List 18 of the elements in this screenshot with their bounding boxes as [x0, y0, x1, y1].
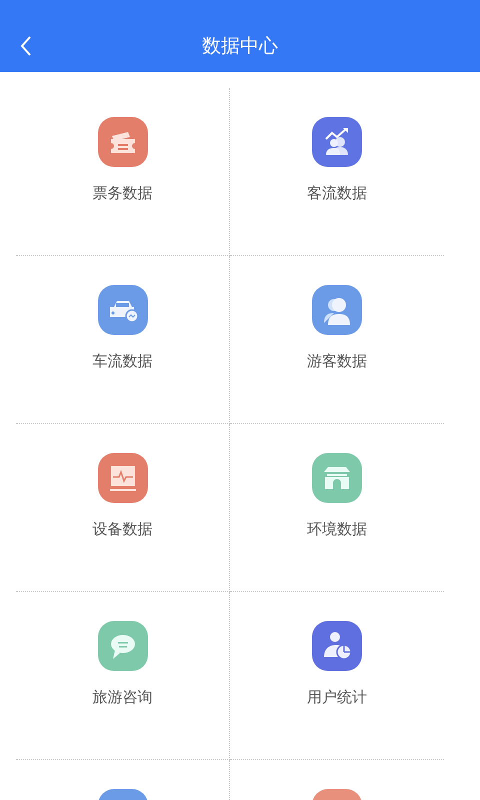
- tile-label: 车流数据: [92, 351, 152, 371]
- menu-tile[interactable]: 环境数据: [230, 424, 444, 592]
- tile-label: 游客数据: [307, 351, 367, 371]
- tile-label: 环境数据: [307, 519, 367, 539]
- menu-tile[interactable]: 设备数据: [16, 424, 230, 592]
- menu-tile[interactable]: 客流数据: [230, 88, 444, 256]
- menu-tile[interactable]: 游客数据: [230, 256, 444, 424]
- menu-tile[interactable]: 旅游咨询: [16, 592, 230, 760]
- tile-label: 客流数据: [307, 183, 367, 203]
- tile-label: 旅游咨询: [92, 687, 152, 707]
- menu-tile[interactable]: 票务数据: [16, 88, 230, 256]
- menu-tile[interactable]: 用户统计: [230, 592, 444, 760]
- menu-tile[interactable]: 车流数据: [16, 256, 230, 424]
- tile-label: 票务数据: [92, 183, 152, 203]
- page-title: 数据中心: [202, 34, 278, 58]
- tile-label: 用户统计: [307, 687, 367, 707]
- tile-label: 设备数据: [92, 519, 152, 539]
- back-icon: [20, 36, 32, 56]
